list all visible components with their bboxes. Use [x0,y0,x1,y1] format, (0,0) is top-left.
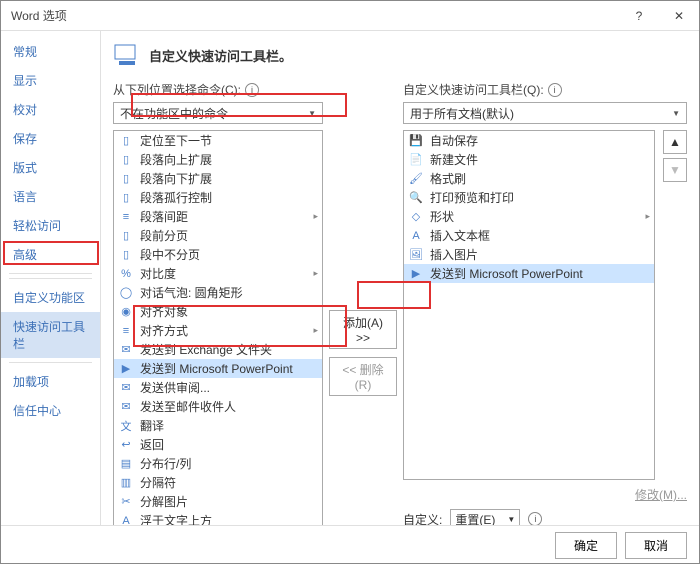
list-item[interactable]: ▥分隔符 [114,473,322,492]
sidebar-item[interactable]: 显示 [1,66,100,95]
ok-button[interactable]: 确定 [555,532,617,559]
list-item[interactable]: 🖼插入图片 [404,245,654,264]
customize-qat-label: 自定义快速访问工具栏(Q): [403,81,544,98]
list-item[interactable]: ▯定位至下一节 [114,131,322,150]
reset-combo[interactable]: 重置(E)▼ [450,509,520,525]
help-icon[interactable]: i [548,83,562,97]
choose-from-label: 从下列位置选择命令(C): [113,81,241,98]
list-item[interactable]: ✉发送供审阅... [114,378,322,397]
item-icon: ▯ [118,228,134,244]
add-button[interactable]: 添加(A) >> [329,310,397,349]
list-item[interactable]: ↩返回 [114,435,322,454]
item-icon: ▯ [118,171,134,187]
item-icon: ✉ [118,380,134,396]
item-icon: ✉ [118,399,134,415]
list-item[interactable]: ◉对齐对象 [114,302,322,321]
sidebar-item[interactable]: 信任中心 [1,396,100,425]
list-item[interactable]: ▯段前分页 [114,226,322,245]
item-icon: ✉ [118,342,134,358]
item-icon: A [408,228,424,244]
sidebar-item[interactable]: 校对 [1,95,100,124]
section-title: 自定义快速访问工具栏。 [149,46,292,65]
move-up-button[interactable]: ▲ [663,130,687,154]
item-icon: A [118,513,134,526]
list-item[interactable]: ▯段中不分页 [114,245,322,264]
item-icon: 🖼 [408,247,424,263]
sidebar-item[interactable]: 高级 [1,240,100,269]
cancel-button[interactable]: 取消 [625,532,687,559]
item-icon: ≡ [118,323,134,339]
list-item[interactable]: 📄新建文件 [404,150,654,169]
modify-button[interactable]: 修改(M)... [635,486,687,503]
list-item[interactable]: ✉发送到 Exchange 文件夹 [114,340,322,359]
dialog-title: Word 选项 [11,7,619,24]
list-item[interactable]: 🔍打印预览和打印 [404,188,654,207]
item-icon: ◯ [118,285,134,301]
list-item[interactable]: 💾自动保存 [404,131,654,150]
sidebar-item[interactable]: 快速访问工具栏 [1,312,100,358]
custom-label: 自定义: [403,511,442,526]
commands-source-combo[interactable]: 不在功能区中的命令 ▼ [113,102,323,124]
list-item[interactable]: ▯段落向上扩展 [114,150,322,169]
list-item[interactable]: ▯段落孤行控制 [114,188,322,207]
list-item[interactable]: ▯段落向下扩展 [114,169,322,188]
chevron-down-icon: ▼ [308,109,316,118]
move-down-button[interactable]: ▼ [663,158,687,182]
help-icon[interactable]: i [528,512,542,525]
help-icon[interactable]: i [245,83,259,97]
chevron-down-icon: ▼ [672,109,680,118]
list-item[interactable]: A浮于文字上方 [114,511,322,525]
item-icon: ↩ [118,437,134,453]
item-icon: ▶ [408,266,424,282]
scope-combo[interactable]: 用于所有文档(默认) ▼ [403,102,687,124]
list-item[interactable]: ▤分布行/列 [114,454,322,473]
list-item[interactable]: ✂分解图片 [114,492,322,511]
item-icon: 🔍 [408,190,424,206]
sidebar-item[interactable]: 自定义功能区 [1,283,100,312]
item-icon: ◇ [408,209,424,225]
item-icon: ▤ [118,456,134,472]
qat-commands-list[interactable]: 💾自动保存📄新建文件🖌格式刷🔍打印预览和打印◇形状▸A插入文本框🖼插入图片▶发送… [403,130,655,480]
list-item[interactable]: ≡段落间距▸ [114,207,322,226]
item-icon: 📄 [408,152,424,168]
item-icon: 文 [118,418,134,434]
list-item[interactable]: 🖌格式刷 [404,169,654,188]
sidebar-item[interactable]: 轻松访问 [1,211,100,240]
sidebar-item[interactable]: 常规 [1,37,100,66]
item-icon: ▶ [118,361,134,377]
item-icon: ◉ [118,304,134,320]
remove-button[interactable]: << 删除(R) [329,357,397,396]
list-item[interactable]: A插入文本框 [404,226,654,245]
sidebar: 常规显示校对保存版式语言轻松访问高级自定义功能区快速访问工具栏加载项信任中心 [1,31,101,525]
item-icon: ✂ [118,494,134,510]
item-icon: 🖌 [408,171,424,187]
item-icon: % [118,266,134,282]
list-item[interactable]: ▶发送到 Microsoft PowerPoint [114,359,322,378]
item-icon: ▯ [118,133,134,149]
available-commands-list[interactable]: ▯定位至下一节▯段落向上扩展▯段落向下扩展▯段落孤行控制≡段落间距▸▯段前分页▯… [113,130,323,525]
list-item[interactable]: ▶发送到 Microsoft PowerPoint [404,264,654,283]
item-icon: ▥ [118,475,134,491]
item-icon: 💾 [408,133,424,149]
item-icon: ▯ [118,247,134,263]
close-button[interactable]: ✕ [659,1,699,31]
sidebar-item[interactable]: 语言 [1,182,100,211]
sidebar-item[interactable]: 加载项 [1,367,100,396]
list-item[interactable]: ✉发送至邮件收件人 [114,397,322,416]
qat-icon [113,41,141,69]
item-icon: ▯ [118,190,134,206]
list-item[interactable]: 文翻译 [114,416,322,435]
sidebar-item[interactable]: 版式 [1,153,100,182]
list-item[interactable]: ◯对话气泡: 圆角矩形 [114,283,322,302]
help-button[interactable]: ? [619,1,659,31]
item-icon: ≡ [118,209,134,225]
list-item[interactable]: %对比度▸ [114,264,322,283]
sidebar-item[interactable]: 保存 [1,124,100,153]
list-item[interactable]: ◇形状▸ [404,207,654,226]
item-icon: ▯ [118,152,134,168]
list-item[interactable]: ≡对齐方式▸ [114,321,322,340]
